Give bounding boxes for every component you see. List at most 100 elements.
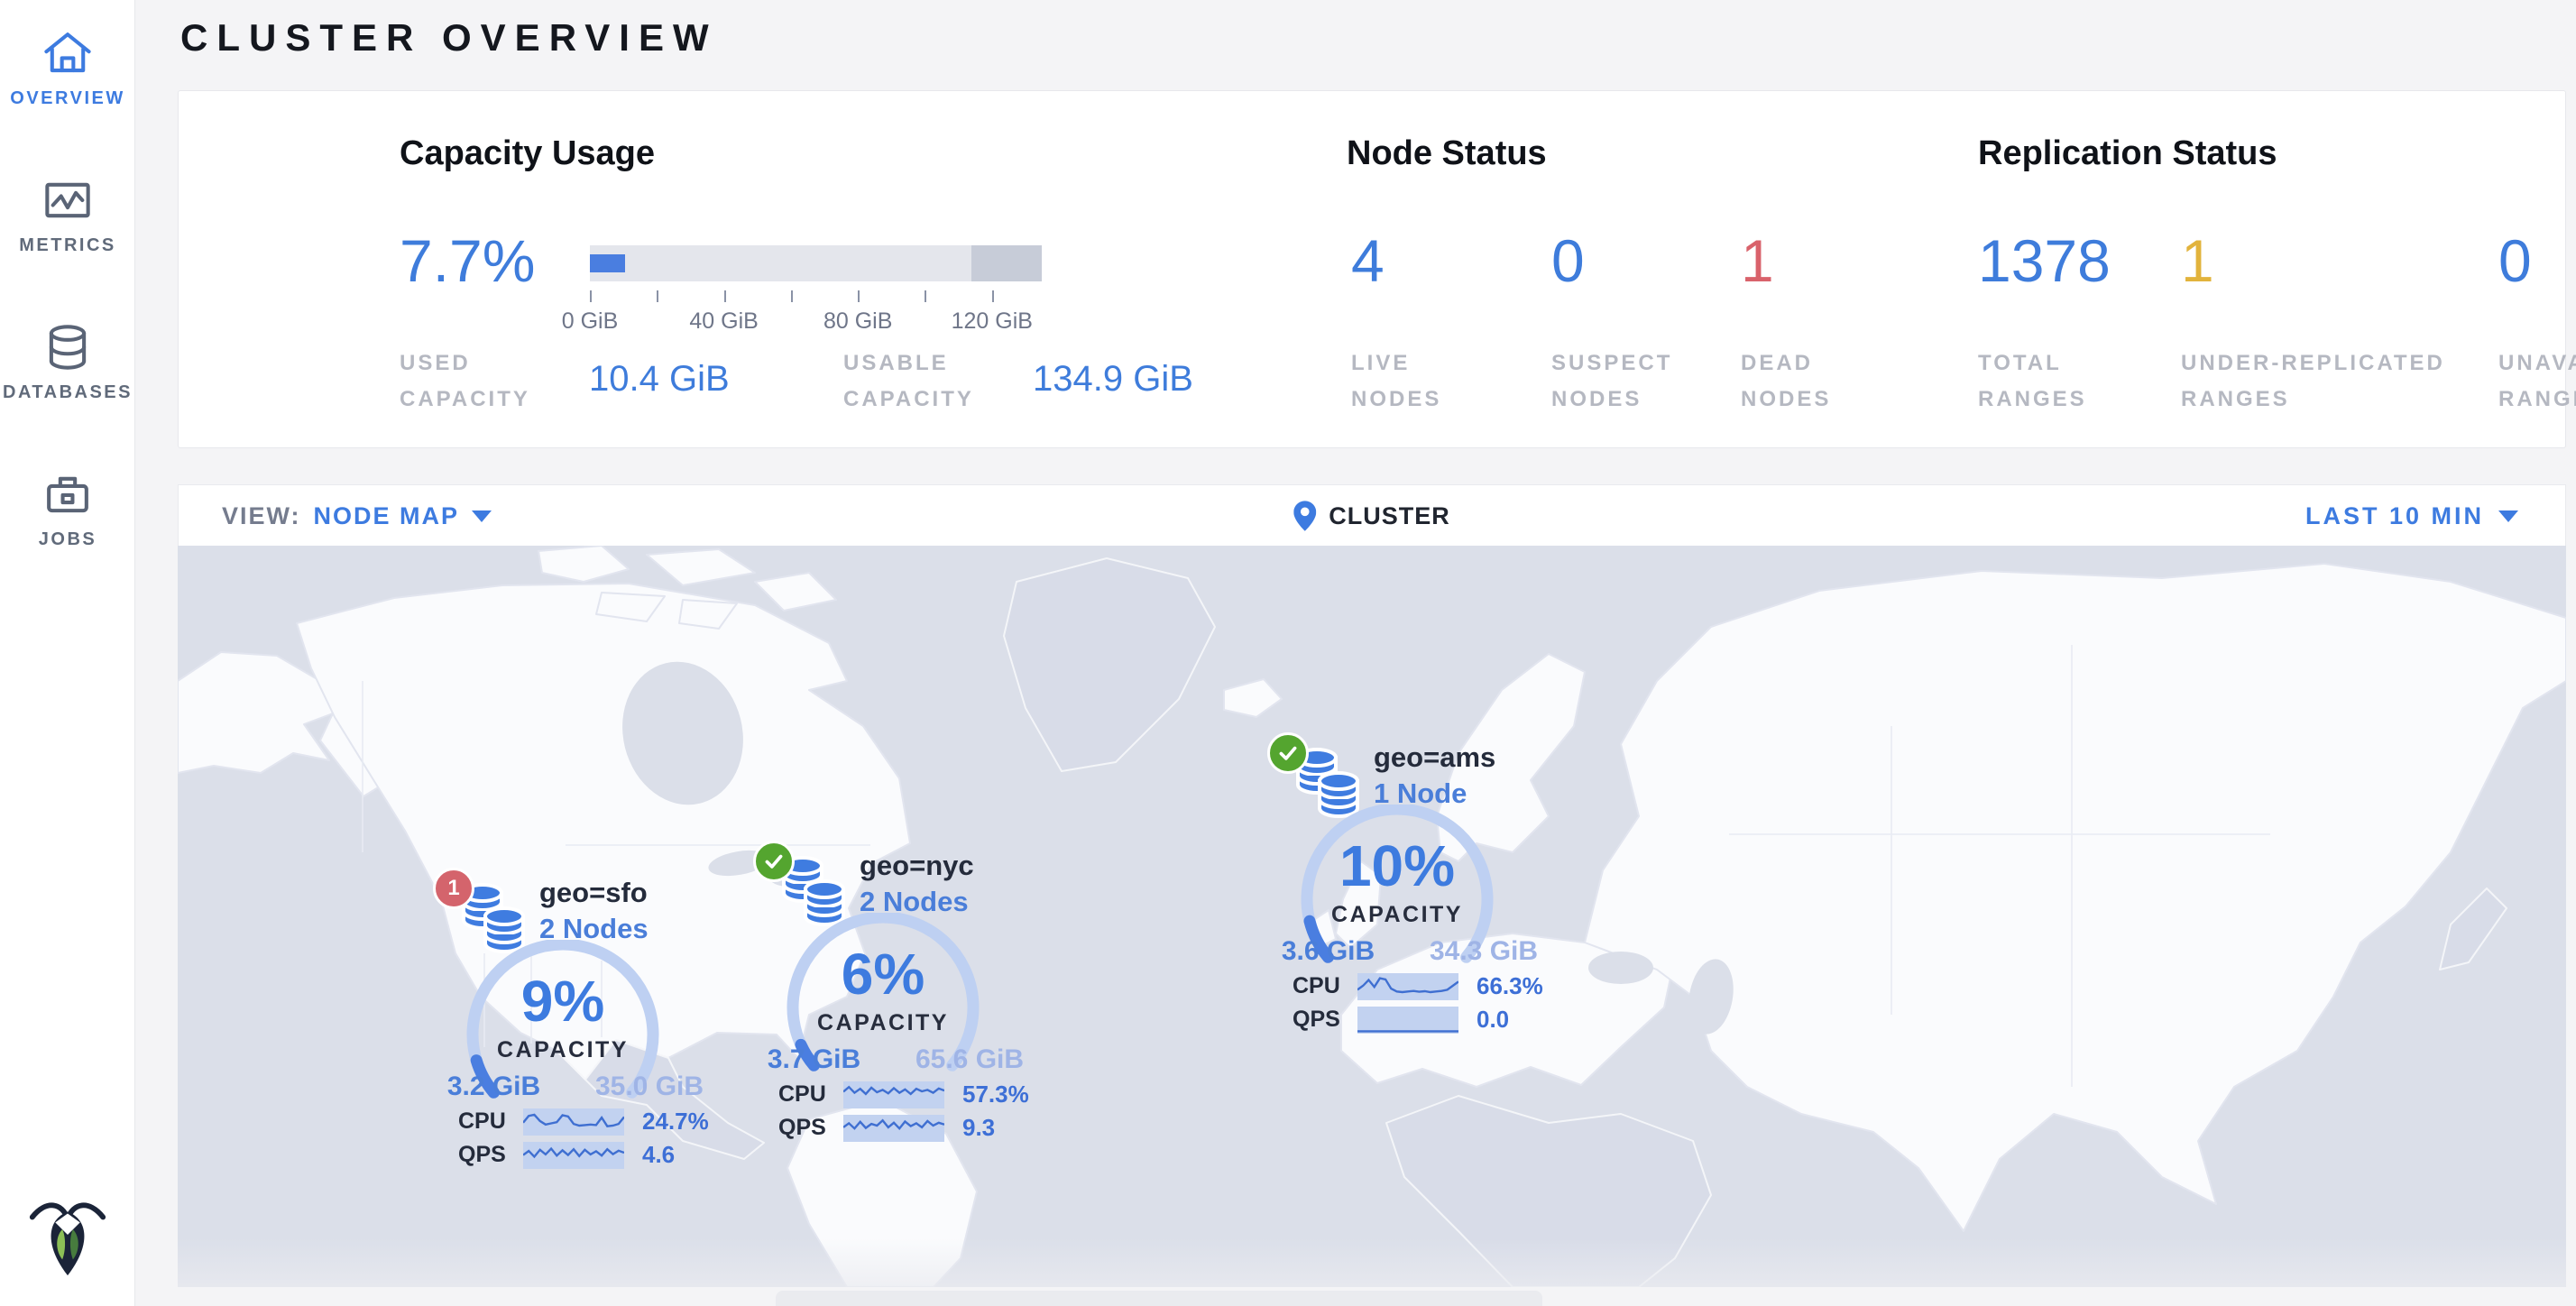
locality-name: geo=ams xyxy=(1374,741,1495,774)
cpu-value: 24.7% xyxy=(642,1108,709,1136)
locality-used-capacity: 3.2 GiB xyxy=(433,1071,555,1102)
capacity-tick xyxy=(925,290,926,302)
capacity-tick xyxy=(657,290,658,302)
replication-status-title: Replication Status xyxy=(1978,134,2277,173)
locality-total-capacity: 65.6 GiB xyxy=(897,1044,1042,1075)
qps-value: 4.6 xyxy=(642,1141,675,1169)
sidebar-item-label: OVERVIEW xyxy=(10,88,124,109)
breadcrumb-cluster[interactable]: CLUSTER xyxy=(1293,485,1450,547)
capacity-tick-label: 0 GiB xyxy=(562,308,619,335)
cpu-label: CPU xyxy=(778,1081,834,1108)
map-bottom-fade xyxy=(178,1238,2566,1287)
chevron-down-icon xyxy=(472,510,492,522)
sidebar-item-label: JOBS xyxy=(39,529,97,550)
locality-total-capacity: 35.0 GiB xyxy=(577,1071,722,1102)
sparkline-chart xyxy=(843,1115,944,1142)
capacity-tick xyxy=(590,290,592,302)
node-status-title: Node Status xyxy=(1347,134,1547,173)
sparkline-chart xyxy=(1357,973,1458,1000)
sidebar-item-metrics[interactable]: METRICS xyxy=(0,109,135,256)
capacity-tick-label: 40 GiB xyxy=(689,308,758,335)
check-icon xyxy=(1276,741,1300,765)
qps-label: QPS xyxy=(778,1115,834,1141)
capacity-label: CAPACITY xyxy=(1289,902,1505,928)
total-ranges-label: TOTAL RANGES xyxy=(1978,345,2113,417)
unavailable-ranges-label: UNAVAILABLE RANGES xyxy=(2498,345,2576,417)
locality-name: geo=sfo xyxy=(539,877,648,909)
capacity-tick-label: 80 GiB xyxy=(823,308,892,335)
check-icon xyxy=(762,850,786,873)
next-panel-edge xyxy=(776,1291,1542,1306)
locality-marker-sfo[interactable]: 1geo=sfo2 Nodes9%CAPACITY3.2 GiB35.0 GiB… xyxy=(433,866,758,1180)
map-toolbar: VIEW: NODE MAP CLUSTER LAST 10 MIN xyxy=(178,484,2566,546)
locality-qps-row: QPS 4.6 xyxy=(458,1141,675,1169)
node-map[interactable]: 1geo=sfo2 Nodes9%CAPACITY3.2 GiB35.0 GiB… xyxy=(178,546,2566,1287)
sidebar-item-label: DATABASES xyxy=(3,382,133,403)
dead-nodes-value: 1 xyxy=(1741,231,1774,290)
capacity-label: CAPACITY xyxy=(455,1037,671,1063)
cpu-label: CPU xyxy=(1293,973,1348,999)
locality-capacity-percent: 9% xyxy=(455,972,671,1030)
locality-capacity-percent: 10% xyxy=(1289,837,1505,895)
locality-name: geo=nyc xyxy=(860,850,974,882)
chevron-down-icon xyxy=(2498,510,2518,522)
capacity-tick-label: 120 GiB xyxy=(952,308,1033,335)
capacity-bar-used xyxy=(590,254,625,272)
capacity-bar-reserved xyxy=(971,245,1042,281)
time-range-selector[interactable]: LAST 10 MIN xyxy=(2305,485,2518,547)
locality-marker-nyc[interactable]: geo=nyc2 Nodes6%CAPACITY3.7 GiB65.6 GiBC… xyxy=(753,839,1078,1153)
qps-value: 0.0 xyxy=(1477,1006,1509,1034)
cpu-value: 66.3% xyxy=(1477,972,1543,1000)
locality-used-capacity: 3.7 GiB xyxy=(753,1044,875,1075)
capacity-tick xyxy=(791,290,793,302)
qps-value: 9.3 xyxy=(962,1114,995,1142)
qps-label: QPS xyxy=(1293,1007,1348,1033)
live-nodes-value: 4 xyxy=(1351,231,1385,290)
cockroachdb-logo xyxy=(23,1192,112,1279)
view-label: VIEW: xyxy=(222,502,301,530)
databases-icon xyxy=(41,321,94,373)
capacity-bar: 0 GiB 40 GiB 80 GiB 120 GiB xyxy=(590,245,1059,281)
locality-marker-ams[interactable]: geo=ams1 Node10%CAPACITY3.6 GiB34.3 GiBC… xyxy=(1267,731,1592,1044)
locality-capacity-percent: 6% xyxy=(775,945,991,1003)
dead-nodes-label: DEAD NODES xyxy=(1741,345,1876,417)
cluster-overview-screen: OVERVIEW METRICS DATABASES xyxy=(0,0,2576,1306)
healthy-badge xyxy=(1267,732,1309,774)
used-capacity-value: 10.4 GiB xyxy=(589,359,730,400)
cpu-value: 57.3% xyxy=(962,1081,1029,1108)
suspect-nodes-label: SUSPECT NODES xyxy=(1551,345,1705,417)
locality-qps-row: QPS 9.3 xyxy=(778,1114,995,1142)
sidebar-item-jobs[interactable]: JOBS xyxy=(0,403,135,550)
cpu-label: CPU xyxy=(458,1108,514,1135)
capacity-label: CAPACITY xyxy=(775,1010,991,1036)
view-selector[interactable]: NODE MAP xyxy=(314,502,492,530)
capacity-percent: 7.7% xyxy=(400,231,535,290)
usable-capacity-label: USABLE CAPACITY xyxy=(843,345,1024,417)
sidebar-item-label: METRICS xyxy=(19,235,116,256)
capacity-tick xyxy=(992,290,994,302)
used-capacity-label: USED CAPACITY xyxy=(400,345,562,417)
suspect-nodes-value: 0 xyxy=(1551,231,1585,290)
under-replicated-ranges-label: UNDER-REPLICATED RANGES xyxy=(2181,345,2479,417)
sparkline-chart xyxy=(843,1081,944,1108)
view-selector-value: NODE MAP xyxy=(314,502,460,530)
capacity-tick xyxy=(724,290,726,302)
sidebar-item-overview[interactable]: OVERVIEW xyxy=(0,0,135,109)
page-title: CLUSTER OVERVIEW xyxy=(180,16,718,60)
sidebar-item-databases[interactable]: DATABASES xyxy=(0,256,135,403)
map-pin-icon xyxy=(1293,501,1316,531)
locality-used-capacity: 3.6 GiB xyxy=(1267,936,1389,967)
usable-capacity-value: 134.9 GiB xyxy=(1033,359,1193,400)
live-nodes-label: LIVE NODES xyxy=(1351,345,1486,417)
summary-panel: Capacity Usage 7.7% 0 GiB 40 GiB 80 GiB … xyxy=(178,90,2566,448)
under-replicated-ranges-value: 1 xyxy=(2181,231,2214,290)
jobs-icon xyxy=(41,468,94,520)
locality-cpu-row: CPU 66.3% xyxy=(1293,972,1543,1000)
locality-cpu-row: CPU 57.3% xyxy=(778,1081,1029,1108)
qps-label: QPS xyxy=(458,1142,514,1168)
dead-node-badge: 1 xyxy=(433,868,474,909)
locality-total-capacity: 34.3 GiB xyxy=(1412,936,1556,967)
locality-cpu-row: CPU 24.7% xyxy=(458,1108,709,1136)
capacity-usage-title: Capacity Usage xyxy=(400,134,655,173)
locality-qps-row: QPS 0.0 xyxy=(1293,1006,1509,1034)
